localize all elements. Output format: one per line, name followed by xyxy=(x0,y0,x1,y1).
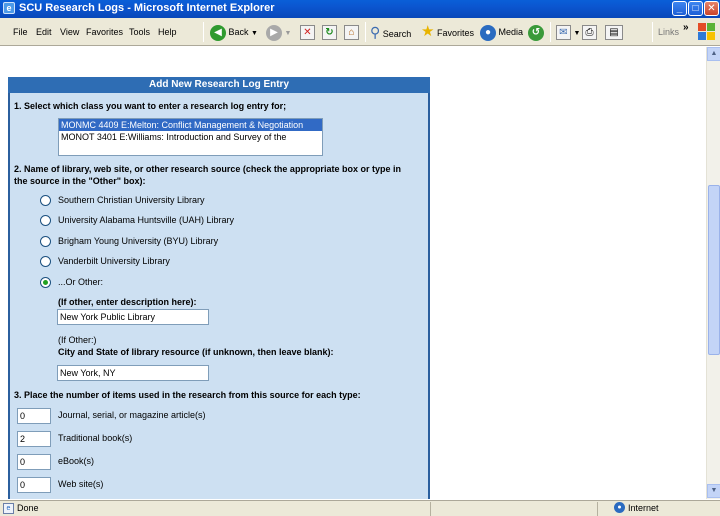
search-label: Search xyxy=(382,29,412,39)
browser-toolbar: File Edit View Favorites Tools Help ◀ Ba… xyxy=(0,18,720,46)
windows-logo-icon xyxy=(697,21,717,42)
favorites-star-icon: ★ xyxy=(421,23,435,40)
search-icon: ⚲ xyxy=(370,24,381,40)
class-listbox[interactable]: MONMC 4409 E:Melton: Conflict Management… xyxy=(58,118,323,156)
menu-favorites[interactable]: Favorites xyxy=(86,27,123,37)
class-option[interactable]: MONMC 4409 E:Melton: Conflict Management… xyxy=(59,119,322,131)
favorites-label: Favorites xyxy=(436,28,474,38)
source-label-other: ...Or Other: xyxy=(58,277,104,287)
status-bar: e Done ● Internet xyxy=(0,500,720,516)
close-button[interactable]: ✕ xyxy=(704,1,719,16)
form-header: Add New Research Log Entry xyxy=(8,77,430,93)
media-button[interactable]: ● Media xyxy=(480,22,523,42)
menu-tools[interactable]: Tools xyxy=(129,27,150,37)
scroll-up-icon[interactable]: ▲ xyxy=(707,47,720,61)
home-icon: ⌂ xyxy=(344,25,359,41)
source-radio-scu[interactable] xyxy=(40,195,51,206)
title-bar: e SCU Research Logs - Microsoft Internet… xyxy=(0,0,720,18)
q1-label: 1. Select which class you want to enter … xyxy=(14,101,287,111)
back-button[interactable]: ◀ Back ▼ xyxy=(210,22,258,42)
source-radio-other[interactable] xyxy=(40,277,51,288)
book-count-input[interactable]: 2 xyxy=(17,431,51,447)
chevron-right-icon[interactable]: » xyxy=(683,18,689,38)
source-label-uah: University Alabama Huntsville (UAH) Libr… xyxy=(58,215,235,225)
zone-label: Internet xyxy=(628,503,659,513)
source-radio-byu[interactable] xyxy=(40,236,51,247)
edit-page-button[interactable]: ▤ xyxy=(605,22,623,42)
page-done-icon: e xyxy=(3,503,14,514)
back-arrow-icon: ◀ xyxy=(210,24,226,41)
links-label[interactable]: Links xyxy=(658,22,679,42)
book-count-label: Traditional book(s) xyxy=(58,433,133,443)
source-label-vanderbilt: Vanderbilt University Library xyxy=(58,256,170,266)
maximize-button[interactable]: □ xyxy=(688,1,703,16)
window-title: SCU Research Logs - Microsoft Internet E… xyxy=(19,2,275,14)
journal-count-input[interactable]: 0 xyxy=(17,408,51,424)
ebook-count-label: eBook(s) xyxy=(58,456,95,466)
mail-icon: ✉ xyxy=(556,25,571,41)
website-count-input[interactable]: 0 xyxy=(17,477,51,493)
scroll-thumb[interactable] xyxy=(708,185,720,355)
class-option[interactable]: MONOT 3401 E:Williams: Introduction and … xyxy=(59,131,322,143)
media-label: Media xyxy=(498,27,524,37)
vertical-scrollbar[interactable]: ▲ ▼ xyxy=(706,47,720,499)
status-divider xyxy=(430,502,431,516)
stop-icon: ✕ xyxy=(300,25,315,41)
print-icon: ⎙ xyxy=(582,25,597,41)
edit-page-icon: ▤ xyxy=(605,25,623,41)
toolbar-separator xyxy=(365,22,366,42)
q3-label: 3. Place the number of items used in the… xyxy=(14,390,361,400)
media-globe-icon: ● xyxy=(480,24,496,41)
page-content: Add New Research Log Entry 1. Select whi… xyxy=(0,47,706,499)
back-dropdown-icon[interactable]: ▼ xyxy=(251,30,258,37)
city-state-label: City and State of library resource (if u… xyxy=(58,347,334,357)
source-radio-vanderbilt[interactable] xyxy=(40,256,51,267)
source-radio-uah[interactable] xyxy=(40,215,51,226)
q2-label-line1: 2. Name of library, web site, or other r… xyxy=(14,164,401,174)
menu-view[interactable]: View xyxy=(60,27,79,37)
status-divider xyxy=(597,502,598,516)
mail-button[interactable]: ✉ ▼ xyxy=(556,22,580,42)
history-icon: ↺ xyxy=(528,24,544,41)
history-button[interactable]: ↺ xyxy=(528,22,544,42)
city-state-input[interactable]: New York, NY xyxy=(57,365,209,381)
status-text: Done xyxy=(17,503,39,513)
internet-zone-icon: ● xyxy=(614,502,625,513)
mail-dropdown-icon[interactable]: ▼ xyxy=(574,30,581,37)
website-count-label: Web site(s) xyxy=(58,479,104,489)
refresh-button[interactable]: ↻ xyxy=(322,22,337,42)
toolbar-separator xyxy=(203,22,204,42)
refresh-icon: ↻ xyxy=(322,25,337,41)
forward-button[interactable]: ▶ ▼ xyxy=(266,22,291,42)
journal-count-label: Journal, serial, or magazine article(s) xyxy=(58,410,206,420)
toolbar-separator xyxy=(550,22,551,42)
ebook-count-input[interactable]: 0 xyxy=(17,454,51,470)
back-label: Back xyxy=(228,27,249,37)
print-button[interactable]: ⎙ xyxy=(582,22,597,42)
minimize-button[interactable]: _ xyxy=(672,1,687,16)
stop-button[interactable]: ✕ xyxy=(300,22,315,42)
ie-app-icon: e xyxy=(3,2,15,14)
other-desc-label: (If other, enter description here): xyxy=(58,297,197,307)
forward-dropdown-icon[interactable]: ▼ xyxy=(285,30,292,37)
menu-edit[interactable]: Edit xyxy=(36,27,52,37)
toolbar-separator xyxy=(652,22,653,42)
source-label-scu: Southern Christian University Library xyxy=(58,195,205,205)
home-button[interactable]: ⌂ xyxy=(344,22,359,42)
menu-help[interactable]: Help xyxy=(158,27,177,37)
forward-arrow-icon: ▶ xyxy=(266,24,282,41)
other-desc-input[interactable]: New York Public Library xyxy=(57,309,209,325)
scroll-down-icon[interactable]: ▼ xyxy=(707,484,720,498)
search-button[interactable]: ⚲ Search xyxy=(370,22,411,42)
source-label-byu: Brigham Young University (BYU) Library xyxy=(58,236,219,246)
menu-file[interactable]: File xyxy=(13,27,28,37)
favorites-button[interactable]: ★ Favorites xyxy=(421,22,474,42)
if-other-label: (If Other:) xyxy=(58,335,97,345)
q2-label-line2: the source in the "Other" box): xyxy=(14,176,146,186)
